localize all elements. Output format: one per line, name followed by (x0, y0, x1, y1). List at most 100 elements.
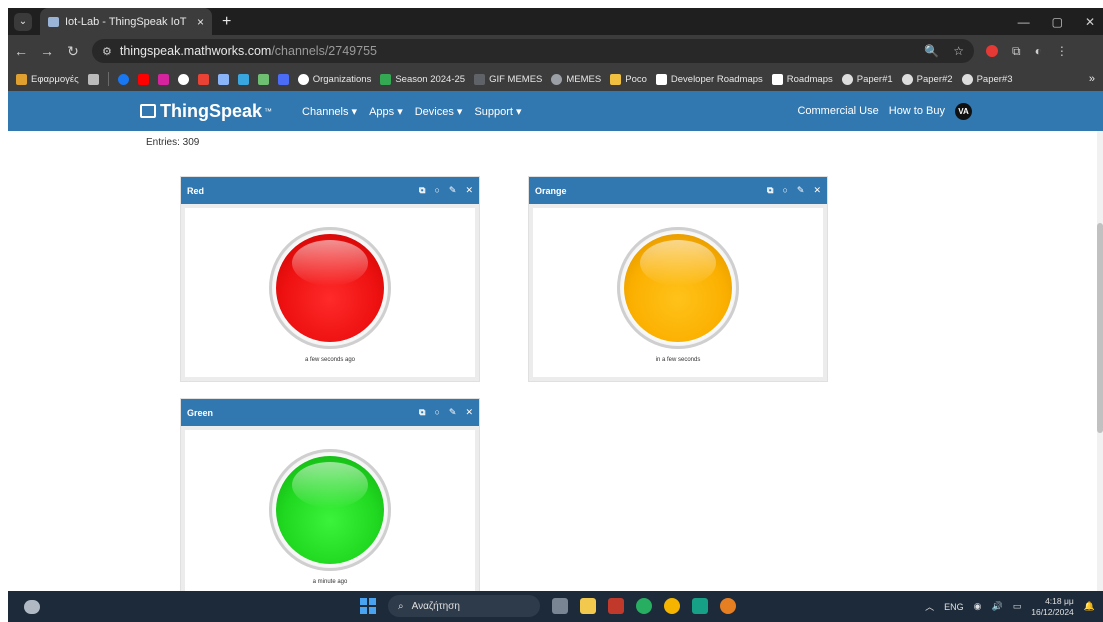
chrome-icon[interactable] (664, 598, 680, 614)
clock[interactable]: 4:18 μμ 16/12/2024 (1031, 596, 1074, 618)
profile-icon[interactable]: ◐ (1035, 44, 1042, 58)
main-menu: Channels ▾ Apps ▾ Devices ▾ Support ▾ (302, 105, 522, 118)
open-external-icon[interactable]: ⧉ (419, 185, 425, 196)
close-window-icon[interactable]: ✕ (1085, 15, 1095, 29)
bookmark-developer-roadmaps[interactable]: Developer Roadmaps (655, 73, 763, 85)
menu-support[interactable]: Support ▾ (474, 105, 521, 118)
comment-icon[interactable]: ○ (434, 407, 439, 418)
open-external-icon[interactable]: ⧉ (767, 185, 773, 196)
new-tab-button[interactable]: + (222, 13, 231, 31)
browser-menu-icon[interactable]: ⋮ (1056, 44, 1068, 58)
widget-tools: ⧉ ○ ✎ ✕ (767, 185, 821, 196)
avatar[interactable]: VA (955, 102, 972, 120)
wifi-icon[interactable]: ◉ (974, 601, 982, 612)
gmail-icon[interactable] (197, 73, 209, 85)
bookmark-apps-label: Εφαρμογές (31, 73, 79, 85)
edit-pencil-icon[interactable]: ✎ (797, 185, 805, 196)
menu-channels[interactable]: Channels ▾ (302, 105, 357, 118)
xbox-icon[interactable] (636, 598, 652, 614)
app-red-icon[interactable] (608, 598, 624, 614)
edit-icon[interactable] (217, 73, 229, 85)
outlook-icon[interactable] (237, 73, 249, 85)
widget-tools: ⧉ ○ ✎ ✕ (419, 407, 473, 418)
lamp-gloss (292, 240, 368, 286)
language-indicator[interactable]: ENG (944, 602, 964, 612)
scrollbar-thumb[interactable] (1097, 223, 1103, 433)
bookmark-poco[interactable]: Poco (610, 73, 647, 85)
comment-icon[interactable]: ○ (434, 185, 439, 196)
chrome-profile-icon[interactable] (720, 598, 736, 614)
battery-icon[interactable]: ▭ (1013, 601, 1022, 612)
comment-icon[interactable]: ○ (782, 185, 787, 196)
forward-arrow-icon[interactable]: → (34, 43, 60, 59)
lamp-gloss (640, 240, 716, 286)
bookmark-gif-memes[interactable]: GIF MEMES (474, 73, 542, 85)
close-icon[interactable]: ✕ (465, 407, 473, 418)
site-info-icon[interactable]: ⚙ (102, 45, 112, 58)
bookmark-season[interactable]: Season 2024-25 (380, 73, 465, 85)
extensions-puzzle-icon[interactable]: ⧉ (1012, 44, 1021, 59)
weather-widget-icon[interactable] (24, 599, 40, 614)
clock-date: 16/12/2024 (1031, 606, 1074, 617)
bookmarks-bar: Εφαρμογές Organizations Season 2024-25 G… (8, 67, 1103, 91)
search-placeholder: Αναζήτηση (411, 600, 460, 612)
youtube-icon[interactable] (137, 73, 149, 85)
tab-close-icon[interactable]: × (197, 15, 204, 29)
tab-groups-icon[interactable] (87, 73, 99, 85)
script-icon[interactable] (277, 73, 289, 85)
bookmark-organizations[interactable]: Organizations (297, 73, 371, 85)
edit-pencil-icon[interactable]: ✎ (449, 407, 457, 418)
windows-start-icon[interactable] (360, 598, 376, 614)
edit-pencil-icon[interactable]: ✎ (449, 185, 457, 196)
close-icon[interactable]: ✕ (813, 185, 821, 196)
bookmark-label: Paper#1 (856, 73, 893, 85)
tab-search-menu-icon[interactable]: ⌄ (14, 12, 32, 31)
widget-title: Green (187, 407, 214, 418)
page-scrollbar[interactable] (1097, 131, 1103, 591)
bookmark-roadmaps[interactable]: Roadmaps (771, 73, 833, 85)
open-external-icon[interactable]: ⧉ (419, 407, 425, 418)
google-icon[interactable] (177, 73, 189, 85)
bookmarks-more-icon[interactable]: » (1089, 73, 1095, 85)
notification-bell-icon[interactable]: 🔔 (1084, 601, 1095, 612)
extension-opera-icon[interactable] (986, 45, 998, 57)
thingspeak-logo[interactable]: ThingSpeak ™ (140, 101, 272, 122)
minimize-icon[interactable]: — (1018, 15, 1030, 29)
system-tray: ︿ ENG ◉ 🔊 ▭ 4:18 μμ 16/12/2024 🔔 (925, 596, 1095, 618)
address-bar[interactable]: ⚙ thingspeak.mathworks.com/channels/2749… (92, 39, 974, 63)
close-icon[interactable]: ✕ (465, 185, 473, 196)
task-view-icon[interactable] (552, 598, 568, 614)
chart-icon[interactable] (257, 73, 269, 85)
instagram-icon[interactable] (157, 73, 169, 85)
bookmark-star-icon[interactable]: ☆ (953, 44, 964, 58)
omnibox-actions: 🔍 ☆ (924, 44, 964, 58)
volume-icon[interactable]: 🔊 (992, 601, 1003, 612)
bookmark-label: Roadmaps (786, 73, 833, 85)
how-to-buy-link[interactable]: How to Buy (889, 105, 945, 117)
bookmark-memes[interactable]: MEMES (551, 73, 601, 85)
facebook-icon[interactable] (117, 73, 129, 85)
paper-icon (901, 73, 913, 85)
widget-body: in a few seconds (533, 208, 823, 377)
arduino-icon[interactable] (692, 598, 708, 614)
taskbar-search[interactable]: ⌕ Αναζήτηση (388, 595, 540, 617)
kl-icon (474, 73, 486, 85)
bookmark-paper-3[interactable]: Paper#3 (961, 73, 1013, 85)
commercial-use-link[interactable]: Commercial Use (797, 105, 878, 117)
tray-chevron-up-icon[interactable]: ︿ (925, 600, 934, 613)
browser-tab-active[interactable]: Iot-Lab - ThingSpeak IoT × (40, 8, 212, 35)
restore-icon[interactable]: ▢ (1052, 15, 1063, 29)
zoom-icon[interactable]: 🔍 (924, 44, 939, 58)
bookmark-paper-1[interactable]: Paper#1 (841, 73, 893, 85)
menu-apps[interactable]: Apps ▾ (369, 105, 403, 118)
bookmark-apps[interactable]: Εφαρμογές (16, 73, 79, 85)
reload-icon[interactable]: ↻ (60, 43, 86, 60)
bookmark-label: Poco (625, 73, 647, 85)
menu-devices[interactable]: Devices ▾ (415, 105, 463, 118)
bookmark-paper-2[interactable]: Paper#2 (901, 73, 953, 85)
lamp-widget-green: Green ⧉ ○ ✎ ✕ a minute ago (180, 398, 480, 591)
file-explorer-icon[interactable] (580, 598, 596, 614)
thingspeak-navbar: ThingSpeak ™ Channels ▾ Apps ▾ Devices ▾ … (8, 91, 1103, 131)
lamp-orange-light (624, 234, 732, 342)
back-arrow-icon[interactable]: ← (8, 43, 34, 59)
